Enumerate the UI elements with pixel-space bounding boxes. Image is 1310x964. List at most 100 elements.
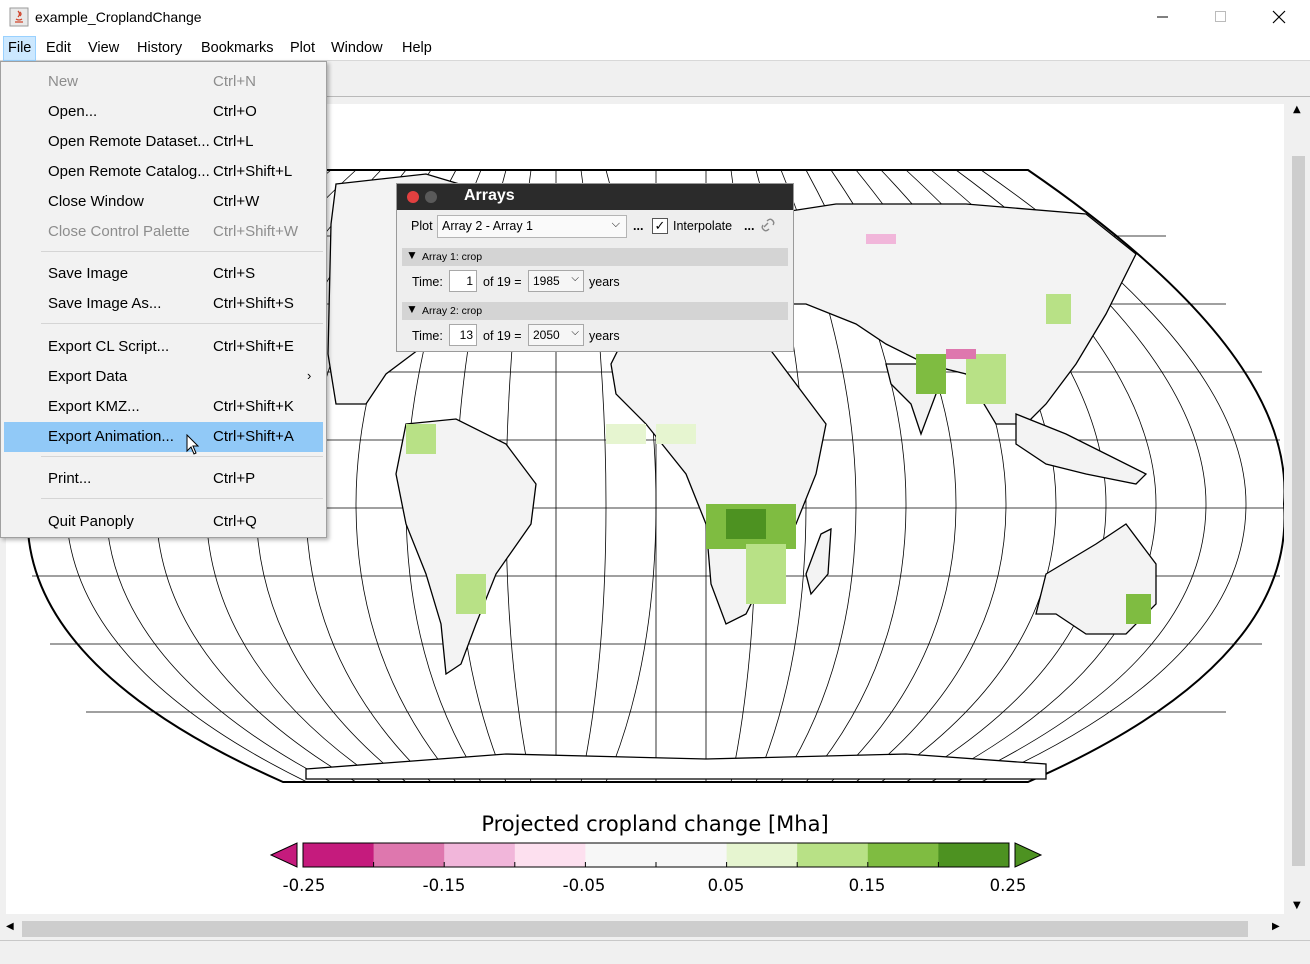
array2-unit: years (589, 329, 620, 343)
java-app-icon (9, 7, 29, 27)
scroll-left-icon[interactable]: ◀ (6, 921, 14, 932)
menu-item-export-data[interactable]: Export Data › (4, 362, 323, 392)
array1-time-index[interactable]: 1 (449, 270, 477, 292)
scroll-up-icon[interactable]: ▲ (1293, 104, 1301, 115)
minimize-button[interactable] (1134, 0, 1192, 34)
interpolate-options-button[interactable]: ... (744, 219, 754, 233)
menu-history[interactable]: History (133, 36, 186, 61)
palette-minimize-button[interactable] (425, 191, 437, 203)
menu-item-label: Open... (48, 103, 98, 120)
menu-item-shortcut: Ctrl+O (213, 103, 257, 120)
plot-select-value: Array 2 - Array 1 (442, 219, 533, 233)
array1-year-select[interactable]: 1985 ⌵ (528, 270, 584, 292)
horizontal-scrollbar[interactable]: ◀ ▶ (0, 918, 1287, 940)
vertical-scroll-thumb[interactable] (1292, 156, 1305, 866)
close-button[interactable] (1250, 0, 1308, 34)
menu-item-export-animation[interactable]: Export Animation... Ctrl+Shift+A (4, 422, 323, 452)
maximize-icon (1215, 11, 1226, 22)
colorbar-under-arrow (269, 842, 298, 868)
menu-item-shortcut: Ctrl+Shift+L (213, 163, 293, 180)
menu-item-print[interactable]: Print... Ctrl+P (4, 464, 323, 494)
colorbar-segment (726, 843, 798, 867)
interpolate-label: Interpolate (673, 219, 733, 233)
menu-item-save-image[interactable]: Save Image Ctrl+S (4, 259, 323, 289)
menu-separator (41, 456, 323, 457)
colorbar-segment (514, 843, 586, 867)
submenu-arrow-icon: › (307, 368, 312, 383)
plot-options-button[interactable]: ... (633, 219, 643, 233)
title-bar: example_CroplandChange (0, 0, 1310, 36)
menu-plot[interactable]: Plot (286, 36, 319, 61)
menu-bar: File Edit View History Bookmarks Plot Wi… (0, 36, 1310, 61)
arrays-title-bar[interactable]: Arrays (397, 184, 793, 210)
close-icon (1272, 10, 1286, 24)
menu-item-quit[interactable]: Quit Panoply Ctrl+Q (4, 507, 323, 537)
menu-item-label: Export Data (48, 368, 128, 385)
menu-item-label: Open Remote Dataset... (48, 133, 210, 150)
menu-separator (41, 498, 323, 499)
plot-select[interactable]: Array 2 - Array 1 ⌵ (437, 215, 627, 238)
arrays-title: Arrays (464, 187, 515, 204)
palette-close-button[interactable] (407, 191, 419, 203)
colorbar-tick: -0.05 (562, 876, 606, 895)
menu-file[interactable]: File (3, 36, 37, 61)
window-title: example_CroplandChange (35, 9, 202, 25)
menu-item-shortcut: Ctrl+Shift+A (213, 428, 294, 445)
menu-item-close-control-palette[interactable]: Close Control Palette Ctrl+Shift+W (4, 217, 323, 247)
maximize-button[interactable] (1192, 0, 1250, 34)
array2-time-index[interactable]: 13 (449, 324, 477, 346)
colorbar-segment (938, 843, 1010, 867)
menu-item-open-remote-catalog[interactable]: Open Remote Catalog... Ctrl+Shift+L (4, 157, 323, 187)
menu-item-open[interactable]: Open... Ctrl+O (4, 97, 323, 127)
mouse-cursor-icon (186, 434, 200, 455)
menu-item-close-window[interactable]: Close Window Ctrl+W (4, 187, 323, 217)
menu-item-export-cl-script[interactable]: Export CL Script... Ctrl+Shift+E (4, 332, 323, 362)
menu-item-open-remote-dataset[interactable]: Open Remote Dataset... Ctrl+L (4, 127, 323, 157)
array1-of-label: of 19 = (483, 275, 522, 289)
menu-item-label: New (48, 73, 79, 90)
colorbar-segment (444, 843, 516, 867)
menu-item-save-image-as[interactable]: Save Image As... Ctrl+Shift+S (4, 289, 323, 319)
colorbar-segment (373, 843, 445, 867)
array2-year-select[interactable]: 2050 ⌵ (528, 324, 584, 346)
menu-bookmarks[interactable]: Bookmarks (197, 36, 278, 61)
menu-item-export-kmz[interactable]: Export KMZ... Ctrl+Shift+K (4, 392, 323, 422)
arrays-palette: Arrays Plot Array 2 - Array 1 ⌵ ... ✓ In… (396, 183, 794, 352)
array2-of-label: of 19 = (483, 329, 522, 343)
horizontal-scroll-thumb[interactable] (22, 921, 1248, 937)
menu-view[interactable]: View (84, 36, 123, 61)
interpolate-checkbox[interactable]: ✓ (652, 218, 668, 234)
scroll-down-icon[interactable]: ▼ (1293, 900, 1301, 911)
menu-item-shortcut: Ctrl+S (213, 265, 256, 282)
menu-item-label: Close Window (48, 193, 144, 210)
menu-item-shortcut: Ctrl+P (213, 470, 256, 487)
scroll-right-icon[interactable]: ▶ (1272, 921, 1280, 932)
menu-item-label: Export CL Script... (48, 338, 170, 355)
menu-item-label: Quit Panoply (48, 513, 134, 530)
array2-time-label: Time: (412, 329, 443, 343)
menu-item-label: Save Image As... (48, 295, 162, 312)
menu-help[interactable]: Help (398, 36, 436, 61)
minimize-icon (1157, 16, 1168, 18)
menu-window[interactable]: Window (327, 36, 387, 61)
menu-item-shortcut: Ctrl+L (213, 133, 254, 150)
menu-item-new[interactable]: New Ctrl+N (4, 67, 323, 97)
array1-time-label: Time: (412, 275, 443, 289)
link-icon[interactable] (761, 218, 775, 232)
menu-item-label: Save Image (48, 265, 129, 282)
menu-separator (41, 251, 323, 252)
menu-item-label: Export KMZ... (48, 398, 140, 415)
chevron-down-icon: ⌵ (611, 218, 620, 230)
colorbar-segment (303, 843, 375, 867)
colorbar-segment (797, 843, 869, 867)
colorbar-segment (585, 843, 657, 867)
menu-item-shortcut: Ctrl+Shift+E (213, 338, 294, 355)
menu-edit[interactable]: Edit (42, 36, 75, 61)
menu-item-shortcut: Ctrl+Q (213, 513, 257, 530)
array1-section-header[interactable]: ▼ Array 1: crop (402, 248, 788, 266)
chevron-down-icon: ⌵ (571, 327, 579, 338)
menu-item-label: Export Animation... (48, 428, 174, 445)
vertical-scrollbar[interactable]: ▲ ▼ (1287, 100, 1310, 918)
array2-section-header[interactable]: ▼ Array 2: crop (402, 302, 788, 320)
menu-item-label: Open Remote Catalog... (48, 163, 210, 180)
